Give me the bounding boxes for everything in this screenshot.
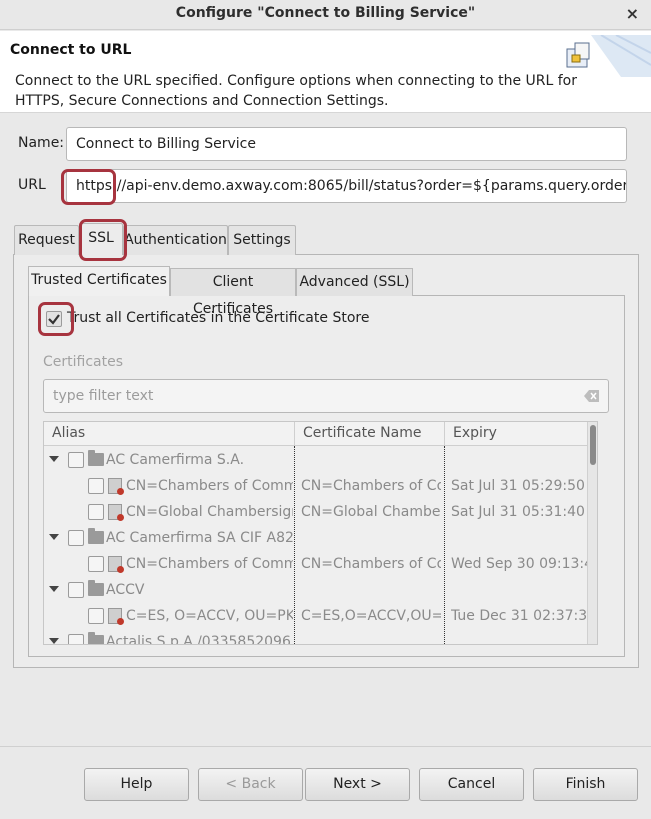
certificate-icon	[108, 504, 124, 521]
certificate-name-cell: C=ES,O=ACCV,OU=PKIACCV	[301, 608, 441, 624]
name-field[interactable]: Connect to Billing Service	[66, 127, 627, 161]
certificate-name-cell: CN=Chambers of Commerce Root	[301, 556, 441, 572]
table-row[interactable]: AC Camerfirma SA CIF A82743287	[44, 525, 594, 551]
vertical-scrollbar[interactable]	[587, 422, 597, 644]
window-title: Configure "Connect to Billing Service"	[175, 5, 476, 21]
column-alias[interactable]: Alias	[44, 422, 294, 446]
connection-banner-icon	[566, 35, 651, 77]
expand-arrow-icon[interactable]	[49, 534, 59, 540]
folder-icon	[88, 528, 104, 544]
filter-input[interactable]: type filter text	[43, 379, 609, 413]
row-checkbox[interactable]	[88, 608, 104, 624]
cancel-button[interactable]: Cancel	[419, 768, 524, 801]
table-row[interactable]: C=ES, O=ACCV, OU=PKIACCV C=ES,O=ACCV,OU=…	[44, 603, 594, 629]
name-label: Name:	[18, 135, 65, 151]
column-certificate-name[interactable]: Certificate Name	[294, 422, 444, 446]
table-row[interactable]: CN=Chambers of Commerce Root CN=Chambers…	[44, 473, 594, 499]
expiry-cell: Wed Sep 30 09:13:43 NZST 2037	[451, 556, 589, 572]
alias-cell: ACCV	[106, 582, 145, 598]
scrollbar-thumb[interactable]	[590, 425, 596, 465]
clear-filter-icon[interactable]	[584, 389, 600, 403]
page-description: Connect to the URL specified. Configure …	[15, 73, 577, 109]
column-expiry[interactable]: Expiry	[444, 422, 589, 446]
alias-cell: AC Camerfirma S.A.	[106, 452, 245, 468]
alias-cell: CN=Chambers of Commerce Root	[126, 478, 293, 494]
row-checkbox[interactable]	[88, 504, 104, 520]
expiry-cell: Sat Jul 31 05:29:50 NZST 2038	[451, 478, 589, 494]
tab-trusted-certificates[interactable]: Trusted Certificates	[28, 266, 170, 296]
next-button[interactable]: Next >	[305, 768, 410, 801]
expand-arrow-icon[interactable]	[49, 586, 59, 592]
alias-cell: C=ES, O=ACCV, OU=PKIACCV	[126, 608, 293, 624]
expiry-cell: Sat Jul 31 05:31:40 NZST 2038	[451, 504, 589, 520]
footer-divider	[0, 746, 651, 747]
table-row[interactable]: CN=Global Chambersign Root CN=Global Cha…	[44, 499, 594, 525]
tab-request[interactable]: Request	[14, 225, 79, 255]
certificate-icon	[108, 478, 124, 495]
certificate-icon	[108, 608, 124, 625]
tab-authentication[interactable]: Authentication	[123, 225, 228, 255]
table-row[interactable]: Actalis S.p.A./03358520967	[44, 629, 594, 645]
certificate-icon	[108, 556, 124, 573]
tab-advanced-ssl[interactable]: Advanced (SSL)	[296, 268, 413, 296]
alias-cell: CN=Chambers of Commerce Root	[126, 556, 293, 572]
table-row[interactable]: CN=Chambers of Commerce Root CN=Chambers…	[44, 551, 594, 577]
help-button[interactable]: Help	[84, 768, 189, 801]
row-checkbox[interactable]	[68, 452, 84, 468]
url-field[interactable]: https://api-env.demo.axway.com:8065/bill…	[66, 169, 627, 203]
trust-all-checkbox[interactable]	[46, 311, 62, 327]
checkmark-icon	[48, 314, 60, 325]
url-label: URL	[18, 177, 46, 193]
tab-settings[interactable]: Settings	[228, 225, 296, 255]
certificate-name-cell: CN=Chambers of Commerce Root	[301, 478, 441, 494]
close-icon[interactable]: ×	[626, 4, 639, 23]
tab-client-certificates[interactable]: Client Certificates	[170, 268, 296, 317]
folder-icon	[88, 632, 104, 644]
back-button[interactable]: < Back	[198, 768, 303, 801]
expand-arrow-icon[interactable]	[49, 638, 59, 644]
table-row[interactable]: ACCV	[44, 577, 594, 603]
folder-icon	[88, 580, 104, 596]
certificate-name-cell: CN=Global Chambersign Root	[301, 504, 441, 520]
table-row[interactable]: AC Camerfirma S.A.	[44, 447, 594, 473]
alias-cell: AC Camerfirma SA CIF A82743287	[106, 530, 293, 546]
trust-all-label: Trust all Certificates in the Certificat…	[67, 310, 370, 326]
folder-icon	[88, 450, 104, 466]
row-checkbox[interactable]	[68, 582, 84, 598]
title-bar: Configure "Connect to Billing Service" ×	[0, 0, 651, 30]
expand-arrow-icon[interactable]	[49, 456, 59, 462]
row-checkbox[interactable]	[88, 478, 104, 494]
expiry-cell: Tue Dec 31 02:37:37 NZDT 2030	[451, 608, 589, 624]
alias-cell: Actalis S.p.A./03358520967	[106, 634, 291, 645]
certificates-label: Certificates	[43, 354, 124, 370]
page-title: Connect to URL	[10, 42, 132, 58]
row-checkbox[interactable]	[68, 634, 84, 644]
row-checkbox[interactable]	[68, 530, 84, 546]
alias-cell: CN=Global Chambersign Root	[126, 504, 293, 520]
certificates-table[interactable]: Alias Certificate Name Expiry AC Camerfi…	[43, 421, 598, 645]
wizard-header: Connect to URL Connect to the URL specif…	[0, 31, 651, 113]
finish-button[interactable]: Finish	[533, 768, 638, 801]
tab-ssl[interactable]: SSL	[79, 223, 123, 255]
row-checkbox[interactable]	[88, 556, 104, 572]
